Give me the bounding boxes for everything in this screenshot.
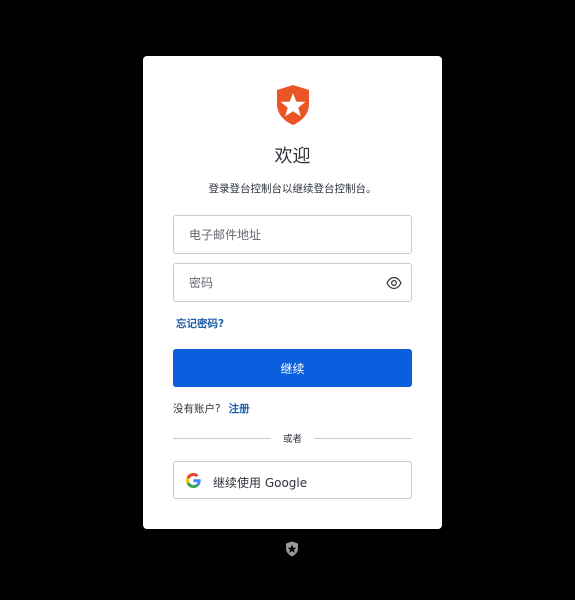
footer-auth0-icon (286, 541, 298, 557)
signup-row: 没有账户? 注册 (173, 401, 250, 416)
or-divider: 或者 (173, 431, 412, 445)
password-field[interactable] (173, 263, 412, 302)
google-login-label: 继续使用 Google (213, 476, 308, 490)
email-input[interactable] (174, 216, 411, 253)
login-card: 欢迎 登录登台控制台以继续登台控制台。 忘记密码? 继续 没有账户? 注册 或者 (143, 56, 442, 529)
google-icon (186, 473, 201, 488)
page-subtitle: 登录登台控制台以继续登台控制台。 (208, 183, 377, 195)
page-title: 欢迎 (274, 146, 311, 167)
forgot-password-link[interactable]: 忘记密码? (176, 316, 224, 331)
brand-logo-icon (277, 85, 309, 125)
divider-line-right (314, 438, 412, 439)
eye-icon[interactable] (386, 276, 402, 290)
signup-prompt: 没有账户? (173, 403, 221, 415)
continue-button[interactable]: 继续 (173, 349, 412, 387)
email-field[interactable] (173, 215, 412, 254)
google-login-button[interactable]: 继续使用 Google (173, 461, 412, 499)
page-backdrop: 欢迎 登录登台控制台以继续登台控制台。 忘记密码? 继续 没有账户? 注册 或者 (0, 0, 575, 600)
password-input[interactable] (174, 264, 411, 301)
signup-link[interactable]: 注册 (229, 403, 250, 415)
